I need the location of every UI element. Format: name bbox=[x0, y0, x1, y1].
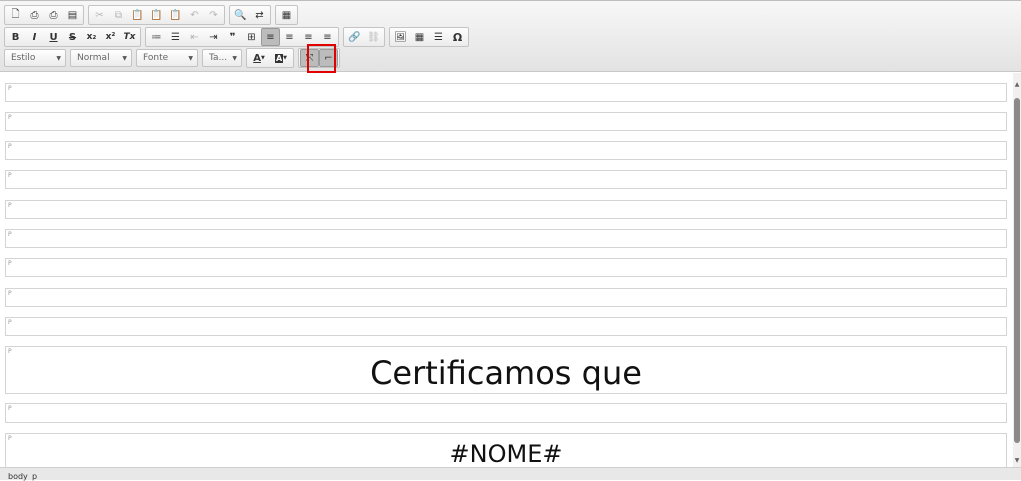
unlink-icon[interactable]: ⛓ bbox=[364, 28, 383, 46]
size-combo-label: Ta... bbox=[209, 53, 228, 63]
block-tag-label: P bbox=[8, 202, 12, 209]
certificate-heading-text: Certificamos que bbox=[370, 354, 642, 392]
paragraph-block[interactable]: P bbox=[5, 170, 1007, 189]
document-group: 🗋 ⎙ ⎙ ▤ bbox=[4, 5, 84, 25]
insert-group: 🖼 ▦ ☰ Ω bbox=[389, 27, 469, 47]
new-page-icon[interactable]: 🗋 bbox=[6, 6, 25, 24]
paragraph-block[interactable]: P bbox=[5, 112, 1007, 131]
replace-icon[interactable]: ⇄ bbox=[250, 6, 269, 24]
paste-text-icon[interactable]: 📋 bbox=[147, 6, 166, 24]
paragraph-block[interactable]: P bbox=[5, 200, 1007, 219]
align-center-icon[interactable]: ≡ bbox=[280, 28, 299, 46]
table-icon[interactable]: ▦ bbox=[410, 28, 429, 46]
editor-content[interactable]: P P P P P P P P P P Certificamos que P P… bbox=[0, 73, 1013, 467]
size-combo[interactable]: Ta... ▼ bbox=[202, 49, 242, 67]
format-combo[interactable]: Normal ▼ bbox=[70, 49, 132, 67]
redo-icon[interactable]: ↷ bbox=[204, 6, 223, 24]
print-icon[interactable]: ⎙ bbox=[44, 6, 63, 24]
image-icon[interactable]: 🖼 bbox=[391, 28, 410, 46]
outdent-icon[interactable]: ⇤ bbox=[185, 28, 204, 46]
toolbar-row-2: B I U S x₂ x² Tx ≔ ☰ ⇤ ⇥ ❞ ⊞ ≡ ≡ ≡ ≡ 🔗 ⛓… bbox=[4, 27, 473, 47]
style-combo[interactable]: Estilo ▼ bbox=[4, 49, 66, 67]
format-combo-label: Normal bbox=[77, 53, 110, 63]
paste-word-icon[interactable]: 📋 bbox=[166, 6, 185, 24]
scroll-down-icon[interactable]: ▼ bbox=[1013, 457, 1021, 465]
horizontal-line-icon[interactable]: ☰ bbox=[429, 28, 448, 46]
div-icon[interactable]: ⊞ bbox=[242, 28, 261, 46]
block-tag-label: P bbox=[8, 143, 12, 150]
numbered-list-icon[interactable]: ≔ bbox=[147, 28, 166, 46]
editor-toolbar: 🗋 ⎙ ⎙ ▤ ✂ ⧉ 📋 📋 📋 ↶ ↷ 🔍 ⇄ ▦ B I U S x₂ x… bbox=[0, 0, 1021, 73]
indent-icon[interactable]: ⇥ bbox=[204, 28, 223, 46]
highlight-box bbox=[307, 44, 336, 73]
special-char-icon[interactable]: Ω bbox=[448, 28, 467, 46]
bg-color-icon[interactable]: A ▼ bbox=[270, 49, 292, 67]
paragraph-block[interactable]: P bbox=[5, 258, 1007, 277]
basic-styles-group: B I U S x₂ x² Tx bbox=[4, 27, 141, 47]
bulleted-list-icon[interactable]: ☰ bbox=[166, 28, 185, 46]
block-tag-label: P bbox=[8, 172, 12, 179]
clipboard-group: ✂ ⧉ 📋 📋 📋 ↶ ↷ bbox=[88, 5, 225, 25]
align-left-icon[interactable]: ≡ bbox=[261, 28, 280, 46]
find-group: 🔍 ⇄ bbox=[229, 5, 271, 25]
text-color-glyph: A bbox=[253, 52, 261, 64]
superscript-icon[interactable]: x² bbox=[101, 28, 120, 46]
block-tag-label: P bbox=[8, 231, 12, 238]
preview-icon[interactable]: ⎙ bbox=[25, 6, 44, 24]
toolbar-row-1: 🗋 ⎙ ⎙ ▤ ✂ ⧉ 📋 📋 📋 ↶ ↷ 🔍 ⇄ ▦ bbox=[4, 5, 302, 25]
blockquote-icon[interactable]: ❞ bbox=[223, 28, 242, 46]
paragraph-block[interactable]: P bbox=[5, 288, 1007, 307]
italic-icon[interactable]: I bbox=[25, 28, 44, 46]
select-all-icon[interactable]: ▦ bbox=[277, 6, 296, 24]
templates-icon[interactable]: ▤ bbox=[63, 6, 82, 24]
bold-icon[interactable]: B bbox=[6, 28, 25, 46]
paste-icon[interactable]: 📋 bbox=[128, 6, 147, 24]
chevron-down-icon: ▼ bbox=[122, 54, 127, 62]
vertical-scrollbar[interactable]: ▲ ▼ bbox=[1013, 73, 1021, 467]
block-tag-label: P bbox=[8, 290, 12, 297]
paragraph-block[interactable]: P #NOME# bbox=[5, 433, 1007, 467]
remove-format-icon[interactable]: Tx bbox=[120, 28, 139, 46]
name-placeholder-text: #NOME# bbox=[449, 440, 563, 467]
cut-icon[interactable]: ✂ bbox=[90, 6, 109, 24]
paragraph-block[interactable]: P Certificamos que bbox=[5, 346, 1007, 394]
paragraph-block[interactable]: P bbox=[5, 141, 1007, 160]
font-combo-label: Fonte bbox=[143, 53, 169, 63]
style-combo-label: Estilo bbox=[11, 53, 36, 63]
paragraph-block[interactable]: P bbox=[5, 83, 1007, 102]
copy-icon[interactable]: ⧉ bbox=[109, 6, 128, 24]
select-group: ▦ bbox=[275, 5, 298, 25]
colors-group: A ▼ A ▼ bbox=[246, 48, 294, 68]
chevron-down-icon: ▼ bbox=[56, 54, 61, 62]
undo-icon[interactable]: ↶ bbox=[185, 6, 204, 24]
bg-color-glyph: A bbox=[274, 53, 284, 63]
block-tag-label: P bbox=[8, 114, 12, 121]
block-tag-label: P bbox=[8, 260, 12, 267]
link-icon[interactable]: 🔗 bbox=[345, 28, 364, 46]
font-combo[interactable]: Fonte ▼ bbox=[136, 49, 198, 67]
chevron-down-icon: ▼ bbox=[232, 54, 237, 62]
element-path-bar: body p bbox=[0, 467, 1021, 481]
toolbar-top-border bbox=[0, 0, 1021, 1]
strike-icon[interactable]: S bbox=[63, 28, 82, 46]
find-icon[interactable]: 🔍 bbox=[231, 6, 250, 24]
underline-icon[interactable]: U bbox=[44, 28, 63, 46]
text-color-icon[interactable]: A ▼ bbox=[248, 49, 270, 67]
block-tag-label: P bbox=[8, 85, 12, 92]
scrollbar-thumb[interactable] bbox=[1014, 98, 1020, 443]
block-tag-label: P bbox=[8, 319, 12, 326]
paragraph-block[interactable]: P bbox=[5, 317, 1007, 336]
toolbar-row-3: Estilo ▼ Normal ▼ Fonte ▼ Ta... ▼ A ▼ A ▼ … bbox=[4, 48, 344, 68]
paragraph-block[interactable]: P bbox=[5, 403, 1007, 423]
chevron-down-icon: ▼ bbox=[188, 54, 193, 62]
paragraph-block[interactable]: P bbox=[5, 229, 1007, 248]
scroll-up-icon[interactable]: ▲ bbox=[1013, 81, 1021, 89]
block-tag-label: P bbox=[8, 405, 12, 412]
subscript-icon[interactable]: x₂ bbox=[82, 28, 101, 46]
bold-glyph: B bbox=[11, 31, 20, 43]
links-group: 🔗 ⛓ bbox=[343, 27, 385, 47]
